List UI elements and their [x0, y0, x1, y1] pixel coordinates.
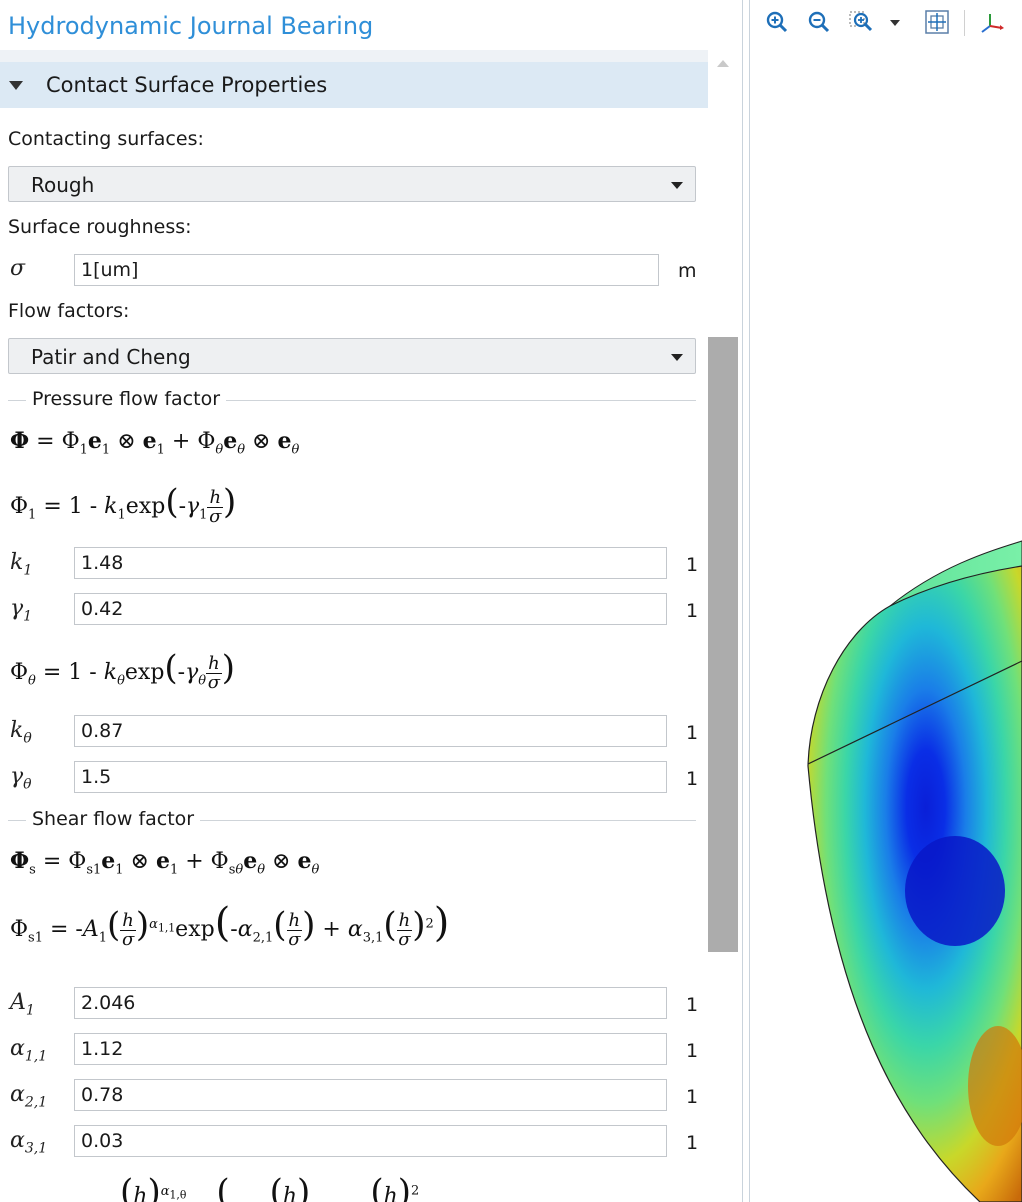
chevron-down-icon [671, 182, 683, 189]
alpha31-value: 0.03 [81, 1130, 124, 1152]
k1-symbol: k1 [10, 550, 33, 579]
zoom-box-icon[interactable] [848, 8, 874, 36]
flow-factors-value: Patir and Cheng [31, 345, 191, 369]
equation-phi1: Φ1 = 1 - k1exp(-γ1 h σ) [10, 482, 237, 527]
section-header-contact-surface-properties[interactable]: Contact Surface Properties [0, 62, 708, 108]
flow-factors-select[interactable]: Patir and Cheng [8, 338, 696, 374]
zoom-in-icon[interactable] [764, 8, 790, 36]
vertical-scrollbar[interactable] [708, 50, 738, 1202]
surface-roughness-input[interactable]: 1[um] [74, 254, 659, 286]
alpha31-input[interactable]: 0.03 [74, 1125, 667, 1157]
alpha11-input[interactable]: 1.12 [74, 1033, 667, 1065]
collapse-triangle-icon[interactable] [9, 81, 23, 90]
gammatheta-value: 1.5 [81, 766, 112, 788]
ktheta-unit: 1 [686, 722, 699, 744]
ktheta-input[interactable]: 0.87 [74, 715, 667, 747]
surface-roughness-value: 1[um] [81, 259, 139, 281]
pressure-flow-factor-title: Pressure flow factor [26, 388, 227, 410]
k1-unit: 1 [686, 554, 699, 576]
alpha31-unit: 1 [686, 1132, 699, 1154]
gammatheta-unit: 1 [686, 768, 699, 790]
equation-phis: Φs = Φs1e1 ⊗ e1 + Φsθeθ ⊗ eθ [10, 848, 320, 878]
surface-roughness-unit: m [678, 260, 697, 282]
alpha11-symbol: α1,1 [10, 1036, 48, 1065]
equation-phitheta: Φθ = 1 - kθexp(-γθ h σ) [10, 648, 235, 693]
surface-roughness-label: Surface roughness: [8, 216, 192, 238]
A1-input[interactable]: 2.046 [74, 987, 667, 1019]
alpha11-value: 1.12 [81, 1038, 124, 1060]
settings-panel: ​ Hydrodynamic Journal Bearing Contact S… [0, 0, 742, 1202]
equation-phi: Φ = Φ1e1 ⊗ e1 + Φθeθ ⊗ eθ [10, 428, 300, 458]
ktheta-symbol: kθ [10, 718, 32, 747]
graphics-toolbar [750, 0, 1022, 46]
axis-orientation-icon[interactable] [978, 8, 1004, 36]
panel-splitter[interactable] [742, 0, 750, 1202]
alpha21-unit: 1 [686, 1086, 699, 1108]
chevron-down-icon [671, 354, 683, 361]
contacting-surfaces-select[interactable]: Rough [8, 166, 696, 202]
equation-phistheta-cropped: (h)α1,θ((h) (h)2 [120, 1172, 420, 1202]
k1-value: 1.48 [81, 552, 124, 574]
shear-flow-factor-group: Shear flow factor [8, 808, 696, 830]
scrollbar-thumb[interactable] [708, 337, 738, 952]
A1-value: 2.046 [81, 992, 136, 1014]
ktheta-value: 0.87 [81, 720, 124, 742]
A1-unit: 1 [686, 994, 699, 1016]
flow-factors-label: Flow factors: [8, 300, 130, 322]
feature-title: Hydrodynamic Journal Bearing [8, 12, 374, 40]
gamma1-value: 0.42 [81, 598, 124, 620]
zoom-extents-icon[interactable] [924, 8, 950, 36]
gammatheta-symbol: γθ [10, 764, 32, 793]
alpha21-value: 0.78 [81, 1084, 124, 1106]
contacting-surfaces-label: Contacting surfaces: [8, 128, 204, 150]
bearing-pressure-plot [807, 540, 1022, 1202]
equation-phis1: Φs1 = -A1(h σ)α1,1exp(-α2,1(h σ) + α3,1(h σ… [10, 900, 450, 950]
section-title: Contact Surface Properties [46, 73, 328, 97]
graphics-window[interactable] [750, 0, 1022, 1202]
contacting-surfaces-value: Rough [31, 173, 95, 197]
pressure-flow-factor-group: Pressure flow factor [8, 388, 696, 410]
gamma1-unit: 1 [686, 600, 699, 622]
scroll-up-arrow-icon[interactable] [717, 60, 729, 67]
shear-flow-factor-title: Shear flow factor [26, 808, 201, 830]
gammatheta-input[interactable]: 1.5 [74, 761, 667, 793]
k1-input[interactable]: 1.48 [74, 547, 667, 579]
zoom-out-icon[interactable] [806, 8, 832, 36]
3d-plot-viewport[interactable] [750, 46, 1022, 1202]
alpha21-input[interactable]: 0.78 [74, 1079, 667, 1111]
alpha21-symbol: α2,1 [10, 1082, 48, 1111]
gamma1-symbol: γ1 [10, 596, 33, 625]
toolbar-separator [964, 10, 965, 36]
section-top-strip [0, 50, 708, 62]
alpha31-symbol: α3,1 [10, 1128, 48, 1157]
sigma-symbol: σ [10, 256, 26, 281]
alpha11-unit: 1 [686, 1040, 699, 1062]
dropdown-arrow-icon[interactable] [888, 8, 902, 36]
A1-symbol: A1 [10, 990, 35, 1019]
gamma1-input[interactable]: 0.42 [74, 593, 667, 625]
